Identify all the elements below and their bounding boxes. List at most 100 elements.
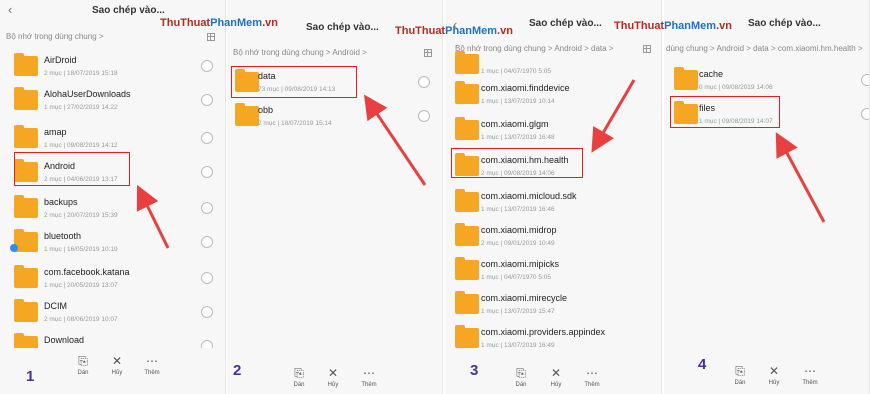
cancel-button[interactable]: ✕ Hủy [313,366,353,388]
list-item[interactable]: amap 1 mục | 09/08/2019 14:12 [0,122,225,156]
more-button[interactable]: ⋯ Thêm [349,366,389,388]
breadcrumb: Bộ nhớ trong dùng chung > [0,32,225,50]
grid-view-icon[interactable] [424,49,432,57]
paste-icon: ⎘ [735,364,745,378]
close-icon: ✕ [768,364,780,378]
more-button[interactable]: ⋯ Thêm [790,364,830,386]
more-button[interactable]: ⋯ Thêm [572,366,612,388]
folder-meta: 2 mục | 20/07/2019 15:39 [44,212,118,219]
select-radio[interactable] [201,272,213,284]
select-radio[interactable] [861,108,869,120]
cancel-button[interactable]: ✕ Hủy [754,364,794,386]
folder-icon [455,117,479,140]
paste-label: Dán [515,382,527,388]
folder-name: AirDroid [44,55,77,65]
select-radio[interactable] [201,306,213,318]
folder-icon [455,257,479,280]
list-item[interactable]: com.xiaomi.midrop 2 mục | 09/01/2019 10:… [445,220,661,254]
highlight-box [231,66,357,98]
breadcrumb-path[interactable]: dùng chung > Android > data > com.xiaomi… [666,44,863,53]
folder-icon [14,195,38,218]
folder-icon [455,223,479,246]
folder-name: amap [44,127,67,137]
cancel-button[interactable]: ✕ Hủy [536,366,576,388]
cancel-label: Hủy [550,382,562,388]
panel-step-3: ‹ Sao chép vào... Bộ nhớ trong dùng chun… [445,0,662,394]
close-icon: ✕ [550,366,562,380]
panel-title: Sao chép vào... [92,5,165,16]
more-icon: ⋯ [804,364,816,378]
watermark-logo: ThuThuatPhanMem.vn [614,20,732,32]
step-number: 2 [233,362,242,379]
more-label: Thêm [802,380,818,386]
folder-name: com.facebook.katana [44,267,130,277]
list-item[interactable]: DCIM 2 mục | 08/06/2019 10:07 [0,296,225,330]
cancel-button[interactable]: ✕ Hủy [97,354,137,376]
select-radio[interactable] [201,60,213,72]
folder-icon [14,265,38,288]
highlight-box [670,96,780,128]
more-label: Thêm [144,370,160,376]
step-number: 3 [470,362,479,379]
watermark-logo: ThuThuatPhanMem.vn [395,25,513,37]
paste-icon: ⎘ [294,366,304,380]
list-item[interactable]: com.xiaomi.providers.appindex 1 mục | 13… [445,322,661,356]
list-item[interactable]: 1 mục | 04/07/1970 5:05 [445,48,661,82]
panel-title: Sao chép vào... [748,18,821,29]
bottom-bar: 2 ⎘ Dán ✕ Hủy ⋯ Thêm [227,354,442,394]
list-item[interactable]: com.xiaomi.finddevice 1 mục | 13/07/2019… [445,78,661,112]
list-item[interactable]: obb 2 mục | 18/07/2019 15:14 [227,100,442,134]
select-radio[interactable] [201,166,213,178]
list-item[interactable]: AirDroid 2 mục | 18/07/2019 15:18 [0,50,225,84]
list-item[interactable]: com.facebook.katana 1 mục | 20/05/2019 1… [0,262,225,296]
list-item[interactable]: com.xiaomi.mipicks 1 mục | 04/07/1970 5:… [445,254,661,288]
folder-icon [455,189,479,212]
select-radio[interactable] [201,94,213,106]
folder-name: com.xiaomi.glgm [481,119,549,129]
list-item[interactable]: com.xiaomi.micloud.sdk 1 mục | 13/07/201… [445,186,661,220]
folder-name: bluetooth [44,231,82,241]
more-button[interactable]: ⋯ Thêm [132,354,172,376]
paste-button[interactable]: ⎘ Dán [501,366,541,388]
folder-icon [455,325,479,348]
folder-name: com.xiaomi.midrop [481,225,557,235]
panel-step-1: ‹ Sao chép vào... Bộ nhớ trong dùng chun… [0,0,226,394]
folder-meta: 1 mục | 16/05/2019 10:19 [44,246,118,253]
select-radio[interactable] [201,236,213,248]
folder-name: com.xiaomi.micloud.sdk [481,191,577,201]
select-radio[interactable] [201,202,213,214]
more-label: Thêm [584,382,600,388]
list-item[interactable]: backups 2 mục | 20/07/2019 15:39 [0,192,225,226]
folder-meta: 1 mục | 13/07/2019 10:14 [481,98,555,105]
list-item[interactable]: AlohaUserDownloads 1 mục | 27/02/2019 14… [0,84,225,118]
panel-step-4: Sao chép vào... dùng chung > Android > d… [664,0,870,394]
folder-name: com.xiaomi.finddevice [481,83,570,93]
breadcrumb: dùng chung > Android > data > com.xiaomi… [664,44,869,62]
cancel-label: Hủy [111,370,123,376]
folder-name: Download [44,335,85,345]
list-item[interactable]: cache 0 mục | 09/08/2019 14:06 [664,64,869,98]
list-item[interactable]: com.xiaomi.glgm 1 mục | 13/07/2019 16:48 [445,114,661,148]
folder-name: DCIM [44,301,67,311]
select-radio[interactable] [861,74,869,86]
panel-title: Sao chép vào... [529,18,602,29]
paste-icon: ⎘ [78,354,88,368]
folder-icon [14,53,38,76]
grid-view-icon[interactable] [207,33,215,41]
select-radio[interactable] [418,76,430,88]
breadcrumb-path[interactable]: Bộ nhớ trong dùng chung > Android > [233,48,367,57]
breadcrumb-path[interactable]: Bộ nhớ trong dùng chung > [6,32,104,41]
folder-meta: 1 mục | 27/02/2019 14:22 [44,104,118,111]
cancel-label: Hủy [768,380,780,386]
more-label: Thêm [361,382,377,388]
select-radio[interactable] [201,132,213,144]
folder-meta: 1 mục | 13/07/2019 16:46 [481,206,555,213]
select-radio[interactable] [418,110,430,122]
folder-icon [674,67,698,90]
back-arrow-icon[interactable]: ‹ [8,3,20,17]
folder-meta: 1 mục | 13/07/2019 15:47 [481,308,555,315]
folder-meta: 2 mục | 18/07/2019 15:18 [44,70,118,77]
list-item[interactable]: com.xiaomi.mirecycle 1 mục | 13/07/2019 … [445,288,661,322]
folder-icon [235,103,259,126]
list-item[interactable]: bluetooth 1 mục | 16/05/2019 10:19 [0,226,225,260]
